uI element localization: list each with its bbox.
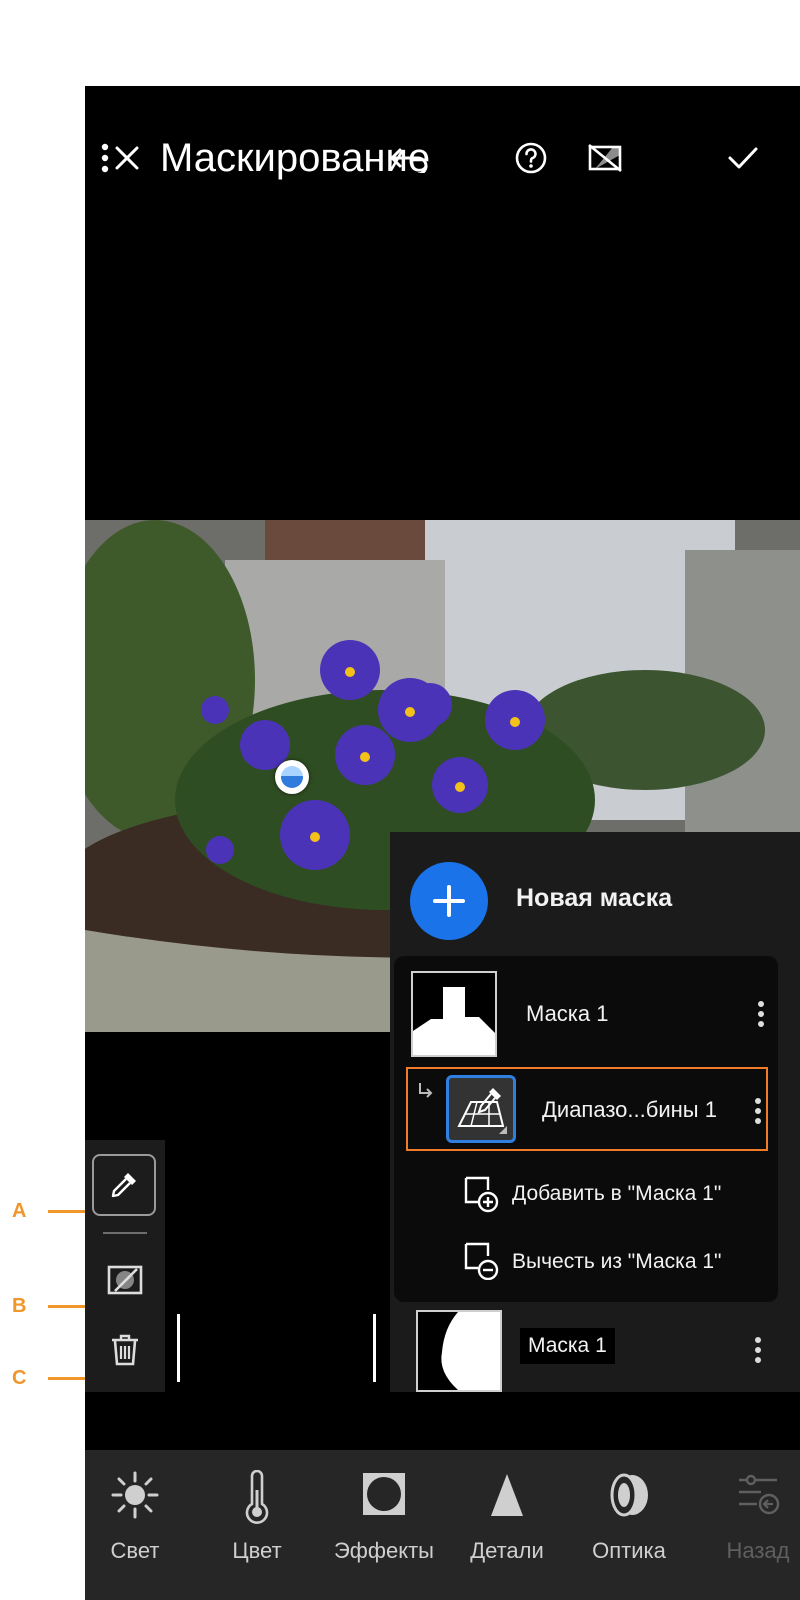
help-button[interactable] (511, 138, 551, 178)
delete-button[interactable] (103, 1328, 147, 1372)
mask-name-2[interactable]: Маска 1 (520, 1328, 615, 1364)
mask-thumbnail-2[interactable] (416, 1310, 502, 1392)
mask-group-expanded: Маска 1 Диапазо...бины 1 Добавить в "Мас… (394, 956, 778, 1302)
tool-label: Цвет (232, 1538, 282, 1563)
mask-tool-rail (85, 1140, 165, 1392)
triangle-icon (491, 1474, 523, 1516)
overlay-hide-icon (107, 1265, 143, 1295)
subtract-mask-icon (464, 1242, 499, 1280)
more-options-button[interactable] (85, 138, 125, 178)
thermometer-icon (245, 1470, 269, 1524)
tool-label: Эффекты (333, 1538, 434, 1563)
guide-mark-left (177, 1314, 180, 1382)
mask-more-button-2[interactable] (748, 1330, 768, 1370)
component-name[interactable]: Диапазо...бины 1 (542, 1097, 717, 1123)
component-thumbnail[interactable] (446, 1075, 516, 1143)
overlay-toggle-button[interactable] (583, 138, 627, 178)
mask-name[interactable]: Маска 1 (526, 1001, 609, 1027)
tool-label: Назад (726, 1538, 790, 1563)
app-screen: Маскирование Новая маска Маска 1 Диапазо… (85, 86, 800, 1600)
component-more-button[interactable] (748, 1091, 768, 1131)
range-mask-icon (457, 1088, 507, 1134)
tool-back[interactable]: Назад (703, 1450, 800, 1600)
trash-icon (112, 1334, 138, 1366)
new-mask-button[interactable] (410, 862, 488, 940)
undo-icon (390, 148, 428, 173)
add-to-mask-button[interactable]: Добавить в "Маска 1" (454, 1170, 774, 1224)
more-vertical-icon (755, 1337, 761, 1363)
tool-details[interactable]: Детали (457, 1450, 557, 1600)
more-vertical-icon (758, 1001, 764, 1027)
tool-light[interactable]: Свет (85, 1450, 185, 1600)
range-sampler-pin[interactable] (275, 760, 309, 794)
callout-line-a (48, 1210, 85, 1213)
sun-icon (111, 1471, 159, 1519)
help-icon (515, 142, 547, 174)
tool-label: Свет (110, 1538, 160, 1563)
mask-preview-image-2 (418, 1312, 500, 1390)
add-to-mask-label: Добавить в "Маска 1" (512, 1182, 722, 1205)
tool-optics[interactable]: Оптика (579, 1450, 679, 1600)
mask-overlay-off-icon (588, 143, 622, 173)
subtract-from-mask-button[interactable]: Вычесть из "Маска 1" (454, 1238, 774, 1292)
callout-label-a: A (12, 1200, 27, 1222)
tool-label: Оптика (592, 1538, 666, 1563)
subitem-arrow-icon (419, 1083, 433, 1098)
add-mask-icon (464, 1176, 499, 1213)
callout-line-b (48, 1305, 85, 1308)
mask-preview-image (413, 973, 495, 1055)
callout-line-c (48, 1377, 85, 1380)
guide-mark-right (373, 1314, 376, 1382)
rail-divider (103, 1232, 147, 1234)
hide-overlay-button[interactable] (103, 1260, 147, 1300)
checkmark-icon (728, 147, 758, 169)
new-mask-label[interactable]: Новая маска (516, 884, 672, 913)
more-vertical-icon (101, 143, 109, 173)
lens-icon (610, 1473, 648, 1517)
callout-label-b: B (12, 1295, 27, 1317)
more-vertical-icon (755, 1098, 761, 1124)
mask-component-row[interactable]: Диапазо...бины 1 (406, 1067, 768, 1151)
mask-more-button[interactable] (749, 994, 773, 1034)
edit-toolbar: Свет Цвет Эффекты Детали Оптика Назад (85, 1450, 800, 1600)
done-button[interactable] (721, 138, 765, 178)
callout-label-c: C (12, 1367, 27, 1389)
mask-thumbnail[interactable] (411, 971, 497, 1057)
plus-icon (433, 885, 465, 917)
tool-label: Детали (470, 1538, 544, 1563)
color-range-picker-button[interactable] (92, 1154, 156, 1216)
back-sliders-icon (739, 1474, 780, 1515)
subtract-from-mask-label: Вычесть из "Маска 1" (512, 1250, 722, 1273)
tool-effects[interactable]: Эффекты (329, 1450, 439, 1600)
vignette-icon (363, 1473, 405, 1515)
tool-color[interactable]: Цвет (207, 1450, 307, 1600)
eyedropper-icon (111, 1173, 136, 1198)
masks-panel: Новая маска Маска 1 Диапазо...бины 1 Доб… (390, 832, 800, 1392)
undo-button[interactable] (383, 138, 433, 178)
